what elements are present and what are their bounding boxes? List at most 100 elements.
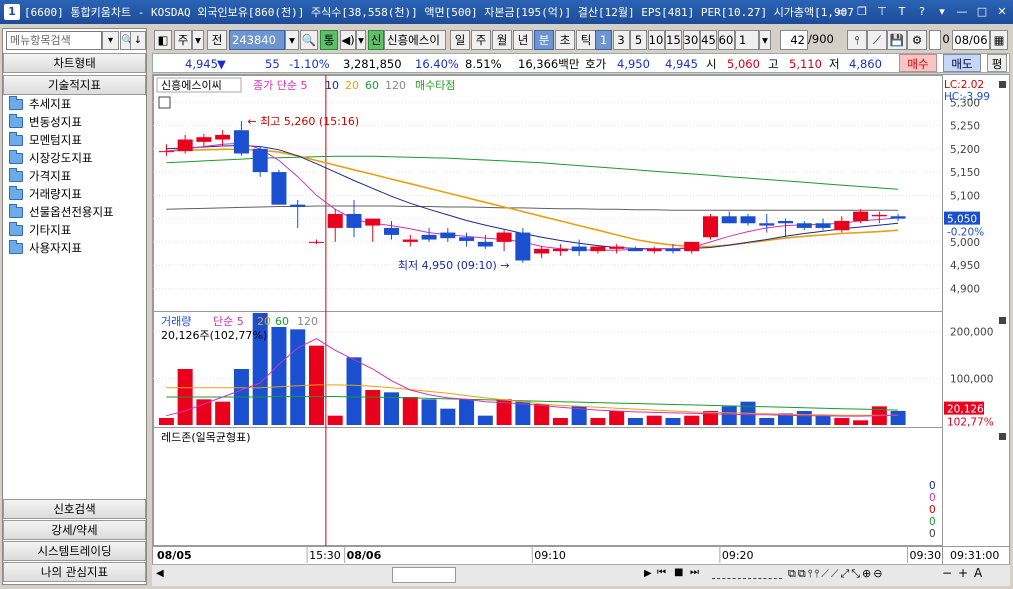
volume-bar (552, 418, 568, 425)
restore-icon[interactable]: ❐ (853, 3, 871, 20)
tree-item[interactable]: 가격지표 (9, 167, 71, 185)
sound-icon[interactable]: ◀) (340, 30, 356, 50)
checkbox[interactable] (929, 30, 941, 50)
close-button[interactable]: ✕ (993, 3, 1011, 20)
interval-button[interactable]: 60 (717, 30, 735, 50)
eval-button[interactable]: 평 (987, 54, 1007, 72)
period-button[interactable]: 분 (534, 30, 554, 50)
settings-icon[interactable]: ⚙ (907, 30, 927, 50)
stock-code-input[interactable]: 243840 (229, 30, 285, 50)
buy-button[interactable]: 매수 (899, 54, 937, 72)
question-icon[interactable]: ? (913, 3, 931, 20)
hoga-label: 호가 (585, 57, 607, 71)
panel-close-icon (999, 317, 1006, 324)
tree-item[interactable]: 시장강도지표 (9, 149, 92, 167)
interval-button[interactable]: 10 (647, 30, 665, 50)
interval-button[interactable]: 15 (665, 30, 682, 50)
zoom-out-icon[interactable]: − (942, 566, 952, 580)
period-button[interactable]: 초 (555, 30, 575, 50)
calendar-icon[interactable]: ▦ (990, 30, 1008, 50)
candle-body (834, 220, 850, 231)
panel-close-icon (999, 433, 1006, 440)
unit-dropdown-icon[interactable]: ▾ (759, 30, 771, 50)
code-dropdown-icon[interactable]: ▾ (285, 30, 299, 50)
minimize-icon[interactable]: ▭ (833, 3, 851, 20)
count-input[interactable]: 42 (780, 30, 808, 50)
period-dropdown-icon[interactable]: ▾ (192, 30, 204, 50)
menu-search-input[interactable]: 메뉴항목검색 (6, 31, 102, 50)
chart-svg[interactable]: 5,3005,2505,2005,1505,1005,0505,0004,950… (153, 75, 1009, 565)
chart-area[interactable]: 5,3005,2505,2005,1505,1005,0505,0004,950… (152, 74, 1010, 570)
volume-bar (515, 401, 531, 425)
tree-item[interactable]: 추세지표 (9, 95, 71, 113)
candle-body (365, 218, 381, 226)
layout-icon[interactable]: ◧ (154, 30, 172, 50)
prev-button[interactable]: 전 (207, 30, 227, 50)
unit-select[interactable]: 1 (735, 30, 759, 50)
interval-button[interactable]: 5 (630, 30, 647, 50)
system-trading-button[interactable]: 시스템트레이딩 (3, 541, 146, 561)
legend-ma10: 10 (325, 79, 339, 92)
zoom-in-icon[interactable]: + (958, 566, 968, 580)
pin-icon[interactable]: ⊤ (873, 3, 891, 20)
download-icon[interactable]: ↓ (130, 31, 146, 50)
period-button[interactable]: 틱 (576, 30, 596, 50)
strength-button[interactable]: 강세/약세 (3, 520, 146, 540)
sell-button[interactable]: 매도 (943, 54, 981, 72)
tree-item[interactable]: 사용자지표 (9, 239, 82, 257)
date-input[interactable]: 08/06 (952, 30, 990, 50)
draw-tools-icon[interactable]: ⧉⧉⫯⫯⟋⟋⤢⤡⊕⊖ (788, 567, 885, 581)
volume-bar (158, 418, 174, 425)
scroll-thumb[interactable] (392, 567, 456, 583)
max-button[interactable]: □ (973, 3, 991, 20)
interval-button[interactable]: 1 (595, 30, 612, 50)
play-icon[interactable]: ⏭ (690, 567, 699, 578)
min-button[interactable]: — (953, 3, 971, 20)
scroll-left-icon[interactable]: ◀ (156, 568, 164, 579)
turnover-rate: 8.51% (465, 57, 502, 71)
tong-button[interactable]: 통 (320, 30, 338, 50)
tree-item[interactable]: 선물옵션전용지표 (9, 203, 114, 221)
period-button[interactable]: 주 (471, 30, 491, 50)
first-icon[interactable]: ⏮ (657, 567, 666, 578)
tree-item[interactable]: 거래량지표 (9, 185, 82, 203)
interval-button[interactable]: 30 (682, 30, 700, 50)
tree-item[interactable]: 변동성지표 (9, 113, 82, 131)
tech-indicator-button[interactable]: 기술적지표 (3, 75, 146, 95)
save-icon[interactable]: 💾 (887, 30, 907, 50)
volume-bar (365, 390, 381, 425)
my-indicator-button[interactable]: 나의 관심지표 (3, 562, 146, 582)
volume-bar (196, 399, 212, 425)
interval-button[interactable]: 3 (612, 30, 630, 50)
candle-body (271, 172, 287, 205)
candle-body (684, 241, 700, 252)
font-size-icon[interactable]: A (974, 566, 982, 580)
candle-icon[interactable]: ⫯ (847, 30, 867, 50)
chart-toolbar: ◧ 주 ▾ 전 243840 ▾ 🔍 통 ◀) ▾ 신 신흥에스이 일주월년분초… (152, 28, 1010, 52)
zoom-slider[interactable] (712, 569, 782, 579)
period-button[interactable]: 일 (450, 30, 470, 50)
stop-icon[interactable]: ■ (674, 567, 683, 578)
candle-body (402, 239, 418, 242)
period-select[interactable]: 주 (174, 30, 192, 50)
chart-scrollbar[interactable]: ◀ ▶ ⏮ ■ ⏭ ⧉⧉⫯⫯⟋⟋⤢⤡⊕⊖ − + A (152, 564, 1010, 586)
help-icon[interactable]: T (893, 3, 911, 20)
candle-body (853, 211, 869, 221)
period-button[interactable]: 년 (513, 30, 533, 50)
period-button[interactable]: 월 (492, 30, 512, 50)
signal-search-button[interactable]: 신호검색 (3, 499, 146, 519)
interval-button[interactable]: 45 (700, 30, 717, 50)
candle-body (815, 223, 831, 228)
scroll-right-icon[interactable]: ▶ (644, 568, 652, 579)
sound-dropdown-icon[interactable]: ▾ (356, 30, 366, 50)
volume-bar (477, 415, 493, 425)
search-dropdown-icon[interactable]: ▾ (102, 31, 119, 50)
trend-icon[interactable]: ⟋ (867, 30, 887, 50)
lc-label: LC:2.02 (944, 79, 984, 91)
tree-item[interactable]: 모멘텀지표 (9, 131, 82, 149)
chart-type-button[interactable]: 차트형태 (3, 53, 146, 73)
code-search-icon[interactable]: 🔍 (300, 30, 318, 50)
volume-legend-name: 거래량 (161, 315, 191, 328)
tree-item[interactable]: 기타지표 (9, 221, 71, 239)
dropdown-icon[interactable]: ▾ (933, 3, 951, 20)
